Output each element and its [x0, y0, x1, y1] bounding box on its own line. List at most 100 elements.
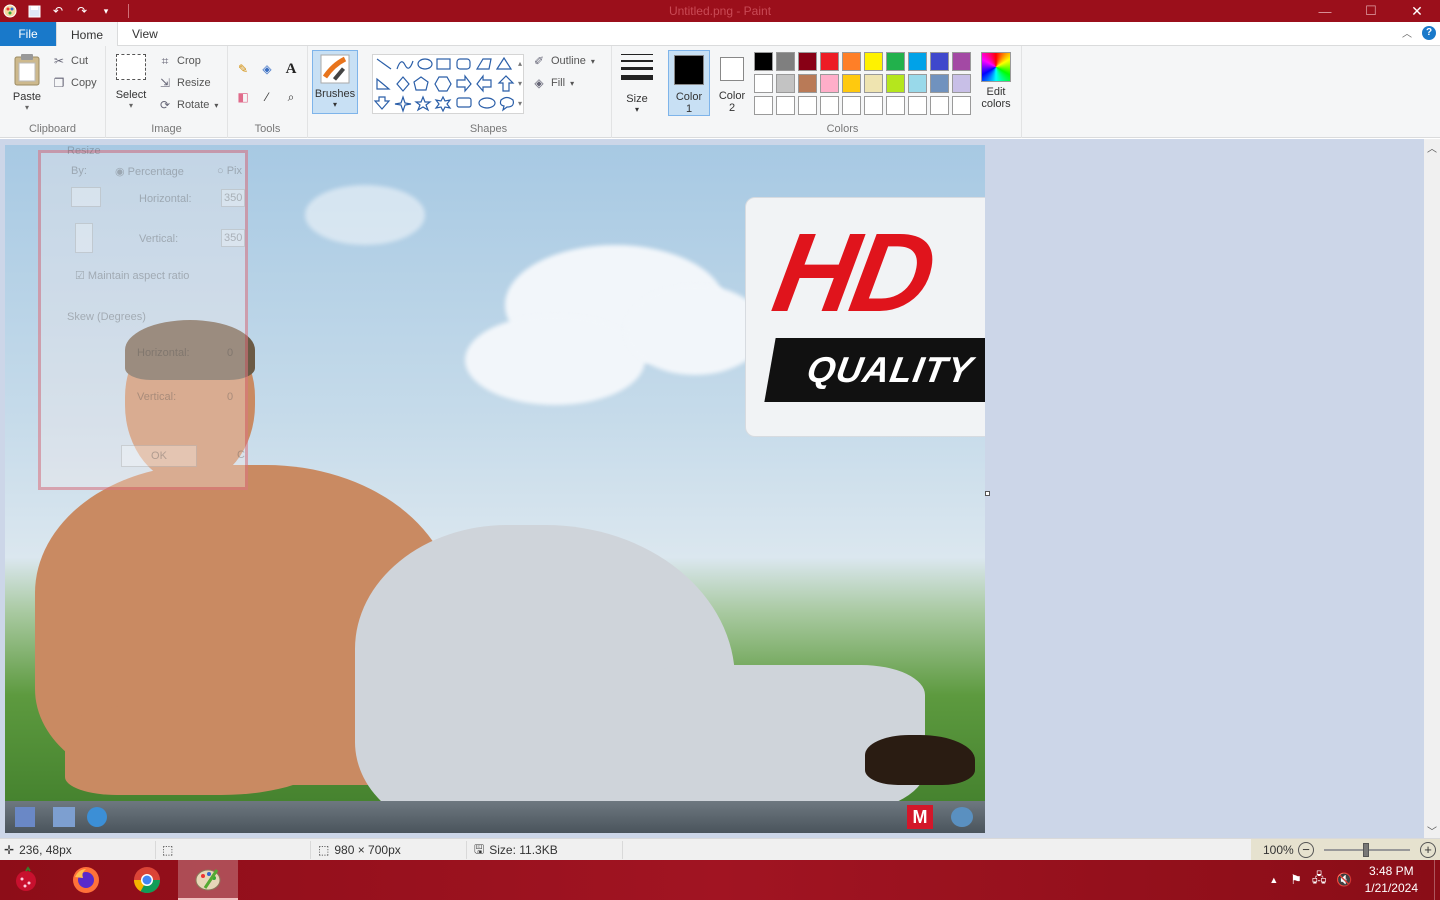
color-swatch[interactable]: [776, 96, 795, 115]
canvas-area[interactable]: HD QUALITY M Resize By: ◉ Percentage ○ P…: [0, 139, 1424, 838]
select-button[interactable]: Select ▾: [112, 54, 150, 110]
color-swatch[interactable]: [886, 52, 905, 71]
ghost-horizontal-input: 350: [221, 189, 245, 207]
rotate-button[interactable]: ⟳ Rotate ▾: [158, 98, 218, 112]
copy-button[interactable]: ❐ Copy: [52, 76, 97, 90]
minimize-button[interactable]: —: [1302, 0, 1348, 22]
fill-tool[interactable]: ◈: [260, 62, 274, 76]
color-swatch[interactable]: [908, 74, 927, 93]
volume-muted-icon[interactable]: 🔇: [1336, 872, 1352, 888]
quality-text: QUALITY: [803, 349, 977, 390]
image-dimensions: ⬚ 980 × 700px: [318, 839, 401, 861]
color-swatch[interactable]: [798, 96, 817, 115]
firefox-taskbar-button[interactable]: [56, 860, 116, 900]
rainbow-palette-icon: [981, 52, 1011, 82]
zoom-out-icon[interactable]: −: [1298, 842, 1314, 858]
image-group-label: Image: [151, 123, 182, 135]
color2-button[interactable]: Color 2: [712, 50, 752, 116]
tab-home[interactable]: Home: [56, 22, 119, 47]
network-icon[interactable]: 🖧: [1312, 869, 1327, 891]
window-controls: — ☐ ✕: [1302, 0, 1440, 22]
select-dropdown-icon[interactable]: ▾: [112, 101, 150, 110]
tab-view[interactable]: View: [118, 22, 172, 46]
size-button[interactable]: Size ▾: [618, 54, 656, 114]
crosshair-icon: ✛: [4, 843, 15, 857]
color-swatch[interactable]: [754, 96, 773, 115]
close-button[interactable]: ✕: [1394, 0, 1440, 22]
edit-colors-button[interactable]: Edit colors: [974, 52, 1018, 110]
color-swatch[interactable]: [754, 74, 773, 93]
clock[interactable]: 3:48 PM 1/21/2024: [1365, 863, 1418, 897]
color-swatch[interactable]: [952, 74, 971, 93]
color-swatch[interactable]: [930, 52, 949, 71]
eraser-tool[interactable]: ◧: [236, 90, 250, 104]
paint-taskbar-button[interactable]: [178, 860, 238, 900]
flag-icon[interactable]: ⚑: [1290, 872, 1302, 888]
zoom-in-icon[interactable]: +: [1420, 842, 1436, 858]
color-swatch[interactable]: [754, 52, 773, 71]
color-swatch[interactable]: [798, 52, 817, 71]
scroll-down-icon[interactable]: ﹀: [1424, 822, 1440, 838]
paste-button[interactable]: Paste ▾: [8, 52, 46, 112]
crop-button[interactable]: ⌗ Crop: [158, 54, 201, 68]
text-tool[interactable]: A: [284, 61, 298, 77]
fill-dropdown-icon: ▾: [570, 78, 575, 88]
color-swatch[interactable]: [798, 74, 817, 93]
pencil-tool[interactable]: ✎: [236, 62, 250, 76]
ghost-maintain-label: Maintain aspect ratio: [87, 270, 190, 282]
ghost-horizontal-icon: [71, 187, 101, 207]
collapse-ribbon-icon[interactable]: ︿: [1402, 25, 1412, 40]
color-swatch[interactable]: [820, 74, 839, 93]
cut-button[interactable]: ✂ Cut: [52, 54, 88, 68]
color-swatch[interactable]: [842, 74, 861, 93]
color-swatch[interactable]: [908, 52, 927, 71]
color-swatch[interactable]: [864, 52, 883, 71]
ghost-ok-button: OK: [121, 445, 197, 467]
outline-button[interactable]: ✐ Outline ▾: [532, 54, 595, 68]
start-button[interactable]: [0, 860, 52, 900]
color-swatch[interactable]: [886, 96, 905, 115]
color1-button[interactable]: Color 1: [668, 50, 710, 116]
zoom-slider-thumb[interactable]: [1363, 843, 1369, 857]
color-swatch[interactable]: [908, 96, 927, 115]
color-swatch[interactable]: [820, 52, 839, 71]
shapes-scroll[interactable]: ▴ ▾ ▾: [514, 54, 526, 114]
fill-button[interactable]: ◈ Fill ▾: [532, 76, 574, 90]
color-swatch[interactable]: [930, 96, 949, 115]
ribbon-tabs: File Home View ︿ ?: [0, 22, 1440, 47]
status-divider: [622, 841, 623, 859]
maximize-button[interactable]: ☐: [1348, 0, 1394, 22]
color-swatch[interactable]: [864, 96, 883, 115]
system-tray: ▲ ⚑ 🖧 🔇 3:48 PM 1/21/2024: [1269, 860, 1440, 900]
canvas-image[interactable]: HD QUALITY M Resize By: ◉ Percentage ○ P…: [5, 145, 985, 833]
help-icon[interactable]: ?: [1422, 25, 1436, 40]
color-swatch[interactable]: [820, 96, 839, 115]
color-swatch[interactable]: [886, 74, 905, 93]
color-swatch[interactable]: [776, 74, 795, 93]
brushes-dropdown-icon: ▾: [332, 100, 337, 109]
color-swatch[interactable]: [930, 74, 949, 93]
brushes-button[interactable]: Brushes ▾: [312, 50, 358, 114]
tab-file[interactable]: File: [0, 22, 56, 46]
color-swatch[interactable]: [864, 74, 883, 93]
disk-icon: 🖫: [474, 841, 485, 856]
scroll-up-icon[interactable]: ︿: [1424, 139, 1440, 155]
paste-dropdown-icon[interactable]: ▾: [8, 103, 46, 112]
color-swatch[interactable]: [952, 52, 971, 71]
show-hidden-icons[interactable]: ▲: [1269, 875, 1278, 885]
chrome-taskbar-button[interactable]: [117, 860, 177, 900]
ribbon: Paste ▾ ✂ Cut ❐ Copy Clipboard Select ▾ ⌗ C…: [0, 46, 1440, 138]
color-swatch[interactable]: [842, 52, 861, 71]
shapes-gallery: [372, 54, 524, 114]
resize-button[interactable]: ⇲ Resize: [158, 76, 211, 90]
color-swatch[interactable]: [776, 52, 795, 71]
show-desktop-button[interactable]: [1434, 860, 1440, 900]
colors-group: Color 1 Color 2 Edit colors Colors: [664, 46, 1022, 138]
vertical-scrollbar[interactable]: ︿ ﹀: [1424, 139, 1440, 838]
magnifier-tool[interactable]: ⌕: [284, 90, 298, 104]
color-swatch[interactable]: [952, 96, 971, 115]
color-swatch[interactable]: [842, 96, 861, 115]
canvas-resize-handle-right[interactable]: [985, 491, 990, 496]
ghost-skew-label: Skew (Degrees): [67, 311, 146, 323]
color-picker-tool[interactable]: ⁄: [260, 90, 274, 104]
